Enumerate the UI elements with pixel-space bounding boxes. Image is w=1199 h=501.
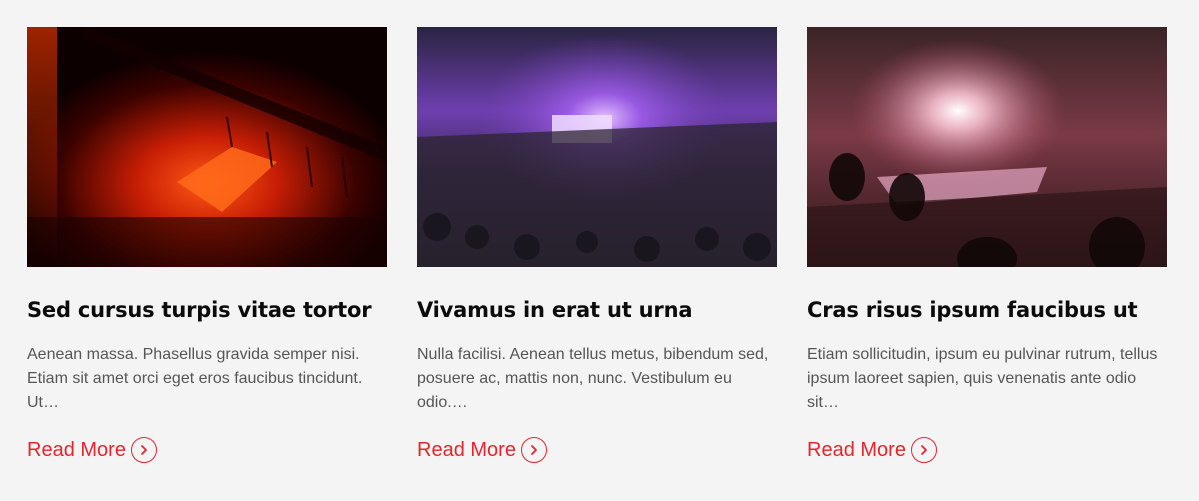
read-more-label: Read More <box>27 439 126 461</box>
post-card: Vivamus in erat ut urna Nulla facilisi. … <box>417 27 777 463</box>
post-title[interactable]: Sed cursus turpis vitae tortor <box>27 295 399 325</box>
post-title[interactable]: Vivamus in erat ut urna <box>417 295 789 325</box>
post-card: Cras risus ipsum faucibus ut Etiam solli… <box>807 27 1167 463</box>
read-more-label: Read More <box>807 439 906 461</box>
post-excerpt: Aenean massa. Phasellus gravida semper n… <box>27 346 363 411</box>
chevron-right-circle-icon <box>130 437 157 463</box>
post-card: Sed cursus turpis vitae tortor Aenean ma… <box>27 27 387 463</box>
post-image[interactable] <box>807 27 1167 267</box>
concert-red-stage-photo <box>27 27 387 267</box>
concert-pink-lights-photo <box>807 27 1167 267</box>
read-more-link[interactable]: Read More <box>27 433 157 467</box>
concert-purple-arena-photo <box>417 27 777 267</box>
read-more-label: Read More <box>417 439 516 461</box>
chevron-right-circle-icon <box>520 437 547 463</box>
read-more-link[interactable]: Read More <box>807 433 937 467</box>
read-more-link[interactable]: Read More <box>417 433 547 467</box>
post-excerpt: Etiam sollicitudin, ipsum eu pulvinar ru… <box>807 346 1158 411</box>
post-image[interactable] <box>417 27 777 267</box>
post-image[interactable] <box>27 27 387 267</box>
chevron-right-circle-icon <box>910 437 937 463</box>
post-excerpt: Nulla facilisi. Aenean tellus metus, bib… <box>417 346 769 411</box>
post-title[interactable]: Cras risus ipsum faucibus ut <box>807 295 1179 325</box>
